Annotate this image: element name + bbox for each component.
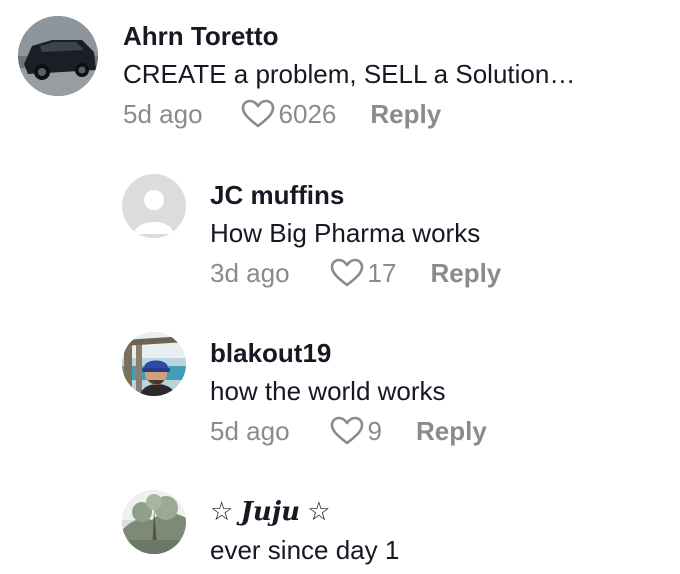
reply-button[interactable]: Reply (416, 416, 487, 447)
timestamp: 5d ago (210, 415, 290, 446)
tree-photo-icon (122, 490, 186, 554)
comment-text: ever since day 1 (210, 535, 400, 565)
username[interactable]: JC muffins (210, 180, 501, 210)
like-count: 9 (367, 415, 382, 446)
like-button[interactable]: 17 (330, 257, 397, 289)
timestamp: 5d ago (123, 98, 203, 129)
comment-text: how the world works (210, 376, 446, 406)
like-count: 6026 (278, 98, 337, 129)
timestamp: 3d ago (210, 257, 290, 288)
reply-button[interactable]: Reply (370, 99, 441, 130)
heart-icon (330, 416, 363, 445)
default-avatar-icon (122, 174, 186, 238)
comment-text: CREATE a problem, SELL a Solution… (123, 59, 576, 89)
star-left: ☆ (210, 496, 234, 526)
star-right: ☆ (307, 496, 331, 526)
like-button[interactable]: 9 (330, 416, 382, 447)
heart-icon (330, 258, 363, 287)
reply-button[interactable]: Reply (430, 258, 501, 289)
avatar[interactable] (122, 490, 186, 554)
avatar[interactable] (18, 16, 98, 96)
comment-meta: 3d ago 17 Reply (210, 257, 501, 289)
username-text: Juju (240, 497, 301, 527)
username[interactable]: blakout19 (210, 338, 487, 368)
car-photo-icon (18, 16, 98, 96)
username[interactable]: ☆ Juju ☆ (210, 496, 399, 527)
comment-meta: 5d ago 9 Reply (210, 415, 487, 447)
avatar[interactable] (122, 174, 186, 238)
avatar[interactable] (122, 332, 186, 396)
comment-text: How Big Pharma works (210, 218, 481, 248)
username[interactable]: Ahrn Toretto (123, 21, 575, 51)
like-count: 17 (367, 257, 397, 288)
heart-icon (241, 99, 274, 128)
like-button[interactable]: 6026 (241, 98, 337, 130)
comment-meta: 5d ago 6026 Reply (123, 98, 575, 130)
beach-selfie-icon (122, 332, 186, 396)
